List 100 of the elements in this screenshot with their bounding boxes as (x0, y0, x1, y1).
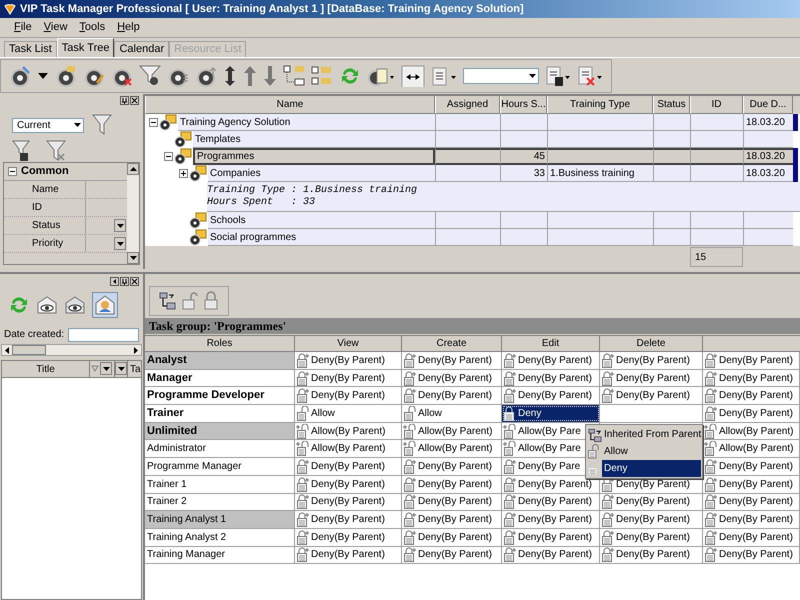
filter-clear-icon[interactable] (46, 140, 66, 162)
permission-cell[interactable]: Allow(By Parent) (402, 422, 502, 440)
task-name[interactable]: Templates (193, 131, 435, 148)
permission-cell[interactable]: Deny(By Parent) (703, 476, 800, 492)
clock-up-icon[interactable] (195, 65, 217, 87)
role-name[interactable]: Administrator (145, 440, 295, 458)
clock-folder-icon[interactable] (55, 65, 77, 87)
menu-item[interactable]: Allow (602, 443, 701, 460)
permission-cell[interactable]: Deny(By Parent) (600, 352, 703, 369)
permission-cell[interactable]: Allow(By Parent) (295, 422, 402, 440)
column-header[interactable]: View (295, 336, 402, 352)
permission-cell[interactable]: Deny(By Parent) (502, 511, 600, 528)
up-down-arrow-icon[interactable] (223, 65, 237, 87)
horizontal-scrollbar[interactable] (1, 344, 142, 356)
permission-cell[interactable]: Deny(By Parent) (600, 511, 703, 528)
toolbar-combo-field[interactable] (463, 68, 539, 84)
permission-cell[interactable]: Deny(By Parent) (600, 494, 703, 510)
pin-icon[interactable] (120, 96, 129, 104)
view-select[interactable]: Current (12, 118, 84, 132)
role-name[interactable]: Unlimited (145, 422, 295, 440)
permission-cell[interactable]: Deny(By Parent) (402, 387, 502, 404)
task-name[interactable]: Programmes (193, 148, 435, 165)
permission-cell[interactable]: Deny(By Parent) (502, 546, 600, 564)
close-icon[interactable] (130, 96, 139, 104)
filter-clock-icon[interactable] (139, 65, 161, 87)
permission-cell[interactable]: Deny(By Parent) (600, 546, 703, 564)
dropdown-button[interactable] (115, 362, 127, 375)
permission-cell[interactable]: Deny(By Parent) (295, 370, 402, 386)
expand-toggle[interactable] (149, 118, 158, 127)
menu-item[interactable]: Help (115, 19, 142, 36)
arrow-left-icon[interactable] (110, 276, 119, 286)
dropdown-button[interactable] (114, 219, 126, 232)
tab[interactable]: Task List (4, 41, 57, 57)
permission-cell[interactable]: Deny(By Parent) (402, 476, 502, 492)
permission-cell[interactable]: Deny(By Parent) (295, 528, 402, 546)
permission-cell[interactable]: Deny (502, 405, 600, 422)
filter-icon[interactable] (92, 114, 112, 136)
permission-cell[interactable]: Allow(By Parent) (295, 440, 402, 458)
role-name[interactable]: Programme Manager (145, 458, 295, 475)
collapse-toggle[interactable] (8, 167, 17, 176)
menu-item[interactable]: Tools (77, 19, 108, 36)
expand-tree-icon[interactable] (311, 65, 333, 87)
menu-item[interactable]: Deny (602, 460, 701, 477)
permission-cell[interactable]: Deny(By Parent) (402, 458, 502, 475)
permission-cell[interactable]: Deny(By Parent) (402, 494, 502, 510)
locked-icon[interactable] (202, 291, 220, 311)
permission-cell[interactable]: Allow (295, 405, 402, 422)
column-header[interactable]: Create (402, 336, 502, 352)
permission-cell[interactable]: Deny(By Parent) (502, 370, 600, 386)
role-name[interactable]: Training Analyst 2 (145, 528, 295, 546)
permission-cell[interactable]: Deny(By Parent) (402, 546, 502, 564)
up-arrow-icon[interactable] (243, 65, 257, 87)
permission-cell[interactable]: Deny(By Parent) (295, 494, 402, 510)
permission-cell[interactable]: Deny(By Parent) (600, 387, 703, 404)
permission-cell[interactable]: Deny(By Parent) (502, 352, 600, 369)
role-name[interactable]: Training Manager (145, 546, 295, 564)
task-name[interactable]: Companies (208, 165, 435, 182)
role-name[interactable]: Trainer 1 (145, 476, 295, 492)
permission-cell[interactable]: Deny(By Parent) (295, 458, 402, 475)
column-header[interactable]: Edit (502, 336, 600, 352)
column-width-icon[interactable] (401, 65, 425, 87)
document-dropdown-icon[interactable] (431, 65, 457, 87)
permission-cell[interactable]: Deny(By Parent) (600, 370, 703, 386)
role-name[interactable]: Training Analyst 1 (145, 511, 295, 528)
tab[interactable]: Calendar (114, 41, 170, 57)
dropdown-button[interactable] (114, 237, 126, 250)
permission-cell[interactable]: Deny(By Parent) (703, 370, 800, 386)
tree-move-icon[interactable] (158, 291, 178, 311)
dropdown-button[interactable] (100, 362, 112, 375)
close-icon[interactable] (130, 276, 139, 286)
expand-toggle[interactable] (179, 169, 188, 178)
envelopes-eye-icon[interactable] (64, 295, 86, 315)
permission-cell[interactable]: Deny(By Parent) (703, 387, 800, 404)
permission-cell[interactable]: Deny(By Parent) (295, 511, 402, 528)
pin-icon[interactable] (120, 276, 129, 286)
envelope-eye-icon[interactable] (36, 295, 58, 315)
permission-cell[interactable]: Deny(By Parent) (502, 494, 600, 510)
collapse-tree-icon[interactable] (283, 65, 305, 87)
column-header[interactable]: Title (2, 361, 90, 377)
column-header[interactable]: Delete (600, 336, 703, 352)
date-created-field[interactable] (68, 328, 139, 342)
permission-cell[interactable]: Deny(By Parent) (703, 511, 800, 528)
down-arrow-icon[interactable] (263, 65, 277, 87)
permission-cell[interactable]: Deny(By Parent) (600, 528, 703, 546)
task-name[interactable]: Social programmes (208, 229, 435, 246)
scrollbar[interactable] (127, 163, 139, 264)
menu-item[interactable]: File (12, 19, 34, 36)
menu-item[interactable]: View (42, 19, 70, 36)
expand-toggle[interactable] (164, 152, 173, 161)
role-name[interactable]: Trainer (145, 405, 295, 422)
role-name[interactable]: Programme Developer (145, 387, 295, 404)
menu-item[interactable]: Inherited From Parent (602, 426, 702, 443)
task-name[interactable]: Training Agency Solution (178, 114, 435, 131)
role-name[interactable]: Trainer 2 (145, 494, 295, 510)
clock-pen-icon[interactable] (9, 65, 31, 87)
permission-cell[interactable]: Deny(By Parent) (295, 546, 402, 564)
document-delete-icon[interactable] (577, 65, 603, 87)
permission-cell[interactable]: Deny(By Parent) (295, 352, 402, 369)
permission-cell[interactable]: Allow(By Parent) (402, 440, 502, 458)
permission-cell[interactable]: Deny(By Parent) (402, 370, 502, 386)
